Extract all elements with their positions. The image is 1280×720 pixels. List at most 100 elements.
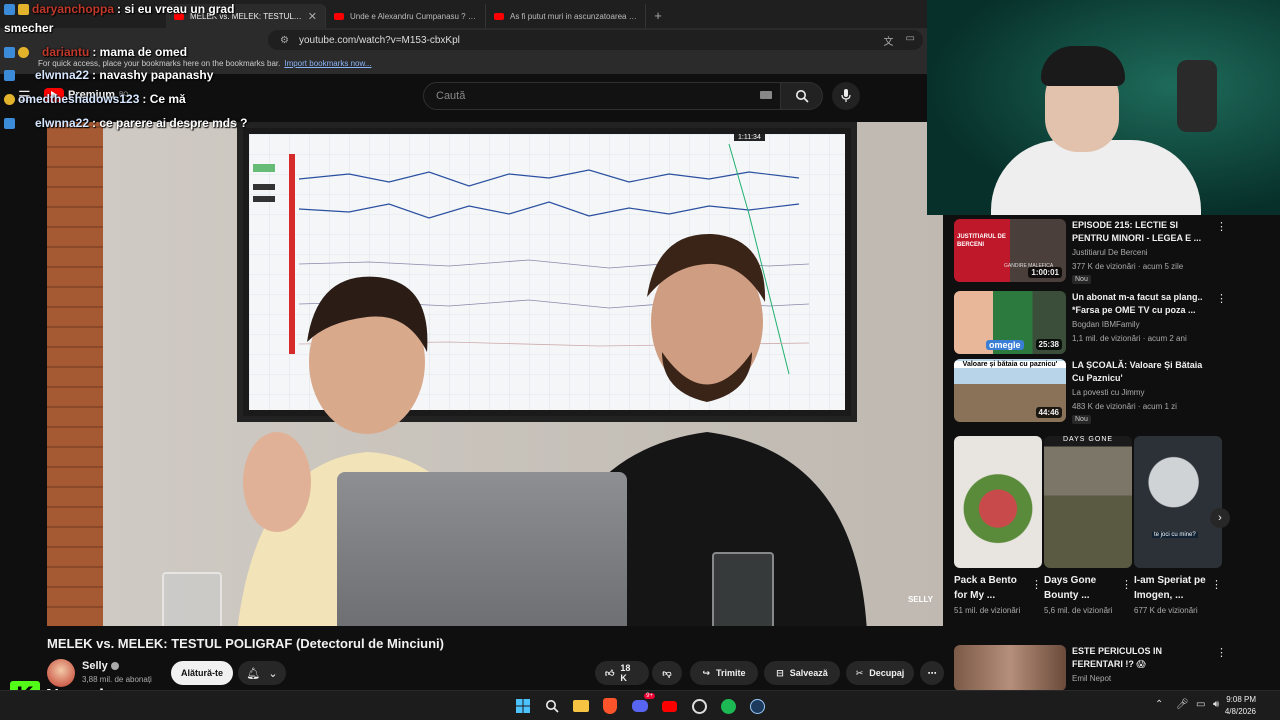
channel-name[interactable]: Emil Nepot	[1072, 674, 1111, 683]
clock-date: 4/8/2026	[1224, 707, 1256, 716]
translate-icon[interactable]: 文	[884, 33, 894, 48]
chat-text: : Ce mă	[142, 92, 186, 106]
new-badge: Nou	[1072, 275, 1091, 284]
like-button[interactable]: 👍︎ 18 K	[595, 661, 649, 685]
discord-icon[interactable]: 9+	[631, 693, 655, 715]
close-tab-icon[interactable]: ✕	[308, 10, 317, 23]
import-bookmarks-link[interactable]: Import bookmarks now...	[284, 59, 371, 68]
chevron-down-icon: ⌄	[268, 667, 278, 680]
notification-badge: 9+	[644, 693, 655, 699]
more-options-icon[interactable]: ⋮	[1211, 578, 1222, 591]
short-title[interactable]: Days Gone Bounty ...	[1044, 573, 1116, 603]
short-title[interactable]: Pack a Bento for My ...	[954, 573, 1026, 603]
chat-username: dariantu	[42, 45, 90, 59]
youtube-app-icon[interactable]	[660, 697, 678, 715]
short-thumbnail[interactable]: te joci cu mine?	[1134, 436, 1222, 568]
spotify-icon[interactable]	[719, 697, 737, 715]
more-options-icon[interactable]: ⋮	[1216, 646, 1227, 659]
video-thumbnail[interactable]: omegle 25:38	[954, 291, 1066, 354]
search-input[interactable]: Caută	[423, 82, 781, 110]
video-title[interactable]: LA ȘCOALĂ: Valoare Și Bătaia Cu Paznicu'	[1072, 359, 1212, 385]
monitor-clock: 1:11:34	[734, 134, 765, 141]
voice-search-button[interactable]	[832, 82, 860, 110]
video-title[interactable]: ESTE PERICULOS IN FERENTARI !? 😱	[1072, 645, 1212, 671]
short-item[interactable]: DAYS GONE Days Gone Bounty ... 5,6 mil. …	[1044, 436, 1132, 617]
volume-icon[interactable]: 🔊︎	[1213, 699, 1219, 710]
brave-browser-icon[interactable]	[601, 697, 619, 715]
more-options-icon[interactable]: ⋮	[1031, 578, 1042, 591]
short-item[interactable]: Pack a Bento for My ... 51 mil. de vizio…	[954, 436, 1042, 617]
omnibox[interactable]: ⚙ youtube.com/watch?v=M153-cbxKpl 文 ▭	[268, 30, 923, 50]
next-arrow-button[interactable]: ›	[1210, 508, 1230, 528]
channel-watermark: SELLY	[907, 595, 933, 604]
short-title[interactable]: I-am Speriat pe Imogen, ...	[1134, 573, 1206, 603]
chat-badge-icon	[4, 117, 15, 129]
streamer-shirt	[991, 140, 1201, 215]
new-tab-button[interactable]: +	[646, 4, 670, 28]
search-button[interactable]	[781, 82, 823, 110]
channel-name[interactable]: Bogdan IBMFamily	[1072, 320, 1140, 329]
video-meta: 377 K de vizionări · acum 5 zile	[1072, 262, 1184, 271]
level-badge-icon	[18, 46, 29, 58]
windows-start-icon[interactable]	[514, 697, 532, 715]
file-explorer-icon[interactable]	[572, 697, 590, 715]
recommendation-item[interactable]: Valoare și bătaia cu paznicu' 44:46 LA Ș…	[954, 356, 1224, 424]
more-options-icon[interactable]: ⋮	[1216, 292, 1227, 305]
video-player[interactable]: 1:11:34 SELLY	[47, 122, 943, 626]
recommendation-item[interactable]: JUSTITIARUL DE BERCENI GANDIRE MALEFICA …	[954, 216, 1227, 284]
video-duration: 1:00:01	[1028, 267, 1062, 278]
video-title[interactable]: Un abonat m-a facut sa plang.. *Farsa pe…	[1072, 291, 1212, 317]
short-views: 677 K de vizionări	[1134, 606, 1198, 615]
crown-badge-icon	[18, 3, 29, 15]
video-thumbnail[interactable]: JUSTITIARUL DE BERCENI GANDIRE MALEFICA …	[954, 219, 1066, 282]
shorts-shelf: Pack a Bento for My ... 51 mil. de vizio…	[954, 436, 1280, 636]
save-button[interactable]: ⊟ Salvează	[764, 661, 840, 685]
channel-name[interactable]: Justitiarul De Berceni	[1072, 248, 1148, 257]
more-actions-button[interactable]: ⋯	[920, 661, 944, 685]
screen: MELEK vs. MELEK: TESTUL POLIG ✕ Unde e A…	[0, 0, 1280, 720]
search-icon[interactable]	[543, 697, 561, 715]
microphone-tray-icon[interactable]: 🎤︎	[1176, 699, 1189, 710]
obs-icon[interactable]	[690, 697, 708, 715]
magnifier-icon	[546, 700, 559, 713]
channel-name-text[interactable]: Selly	[82, 660, 108, 672]
tab-3[interactable]: As fi putut muri in ascunzatoarea se	[486, 4, 646, 28]
channel-name[interactable]: Selly	[82, 660, 119, 672]
video-thumbnail[interactable]: Valoare și bătaia cu paznicu' 44:46	[954, 359, 1066, 422]
clip-button[interactable]: ✂ Decupaj	[846, 661, 914, 685]
glass-right	[712, 552, 774, 626]
bookmark-add-icon: ⊟	[776, 667, 784, 678]
cast-icon[interactable]: ▭	[906, 33, 915, 48]
channel-name[interactable]: La povesti cu Jimmy	[1072, 388, 1144, 397]
chat-text: : mama de omed	[92, 45, 188, 59]
video-thumbnail[interactable]	[954, 645, 1066, 691]
video-meta: 483 K de vizionări · acum 1 zi	[1072, 402, 1177, 411]
share-icon: ↪	[702, 667, 711, 678]
short-overlay-text: DAYS GONE	[1062, 436, 1114, 443]
chat-badge-icon	[4, 69, 15, 81]
tab-2[interactable]: Unde e Alexandru Cumpanasu ? - Yo	[326, 4, 486, 28]
keyboard-icon[interactable]	[760, 91, 772, 99]
short-item[interactable]: te joci cu mine? I-am Speriat pe Imogen,…	[1134, 436, 1222, 617]
windows-taskbar: 9+ ⌃ 🎤︎ ▭ 🔊︎ 9:08 PM 4/8/2026	[0, 690, 1280, 720]
network-icon[interactable]: ▭	[1196, 699, 1205, 710]
video-duration: 25:38	[1035, 339, 1062, 350]
chat-message: dariantu : mama de omed	[4, 45, 187, 59]
video-title[interactable]: EPISODE 215: LECTIE SI PENTRU MINORI - L…	[1072, 219, 1212, 245]
more-options-icon[interactable]: ⋮	[1121, 578, 1132, 591]
tray-chevron-icon[interactable]: ⌃	[1155, 699, 1163, 710]
share-button[interactable]: ↪ Trimite	[690, 661, 758, 685]
url-text[interactable]: youtube.com/watch?v=M153-cbxKpl	[299, 35, 884, 46]
site-info-icon[interactable]: ⚙	[280, 35, 289, 46]
recommendation-item[interactable]: omegle 25:38 Un abonat m-a facut sa plan…	[954, 288, 1227, 354]
short-thumbnail[interactable]	[954, 436, 1042, 568]
laptop	[337, 472, 627, 626]
system-clock[interactable]: 9:08 PM 4/8/2026	[1225, 694, 1256, 718]
dislike-button[interactable]: 👎︎	[652, 661, 682, 685]
more-options-icon[interactable]: ⋮	[1216, 220, 1227, 233]
youtube-favicon-icon	[334, 12, 344, 20]
short-thumbnail[interactable]: DAYS GONE	[1044, 436, 1132, 568]
notifications-button[interactable]: 🔔︎ ⌄	[238, 661, 286, 685]
steam-icon[interactable]	[748, 697, 766, 715]
join-button[interactable]: Alătură-te	[171, 661, 233, 685]
